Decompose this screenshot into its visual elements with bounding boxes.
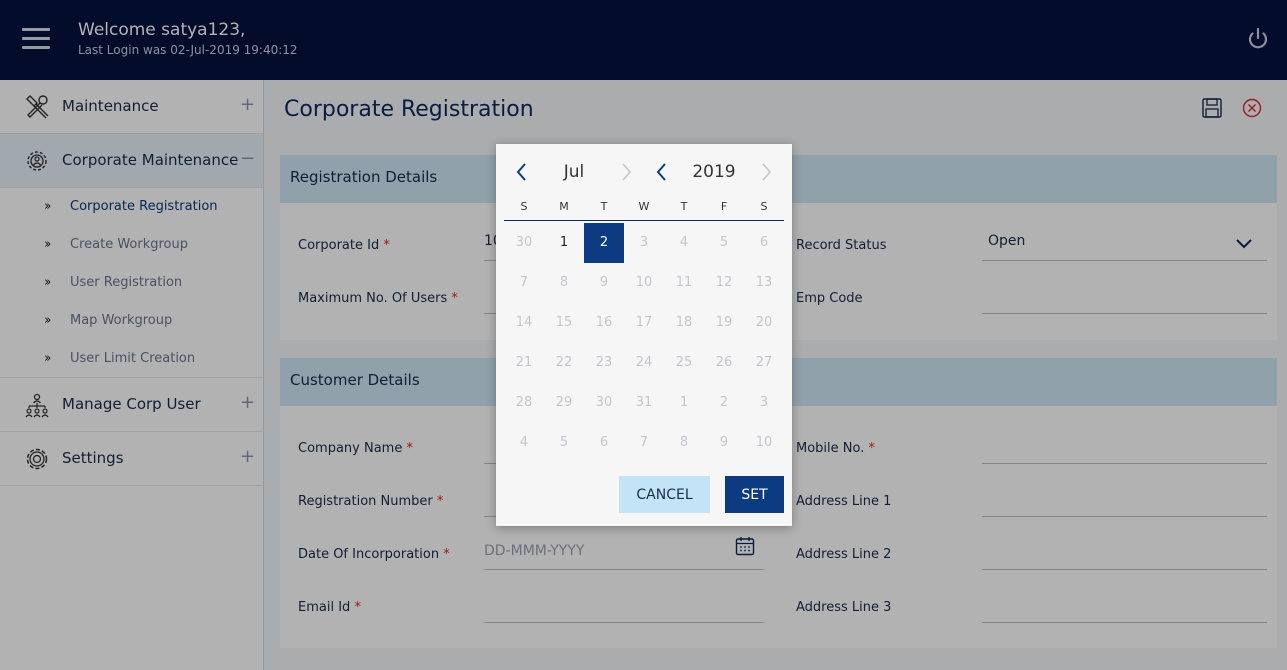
calendar-day[interactable]: 1 [664, 383, 704, 423]
calendar-day[interactable]: 2 [704, 383, 744, 423]
weekday-label: W [638, 200, 650, 213]
calendar-day[interactable]: 30 [584, 383, 624, 423]
date-picker-dialog: Jul 2019 S M T W T F S 30 1 2 3 4 5 6 7 8 9 10 11 12… [496, 144, 792, 526]
calendar-day[interactable]: 5 [544, 423, 584, 463]
calendar-day[interactable]: 17 [624, 303, 664, 343]
calendar-day[interactable]: 8 [544, 263, 584, 303]
calendar-day[interactable]: 25 [664, 343, 704, 383]
calendar-day[interactable]: 1 [544, 223, 584, 263]
calendar-day[interactable]: 11 [664, 263, 704, 303]
month-label: Jul [563, 162, 585, 182]
weekday-label: S [760, 200, 768, 213]
weekday-label: M [559, 200, 569, 213]
calendar-day[interactable]: 8 [664, 423, 704, 463]
calendar-day[interactable]: 9 [704, 423, 744, 463]
calendar-day[interactable]: 20 [744, 303, 784, 343]
weekday-label: F [720, 200, 728, 213]
calendar-day[interactable]: 13 [744, 263, 784, 303]
calendar-day[interactable]: 18 [664, 303, 704, 343]
calendar-day[interactable]: 24 [624, 343, 664, 383]
weekday-label: T [600, 200, 608, 213]
calendar-day[interactable]: 6 [584, 423, 624, 463]
calendar-day[interactable]: 9 [584, 263, 624, 303]
calendar-day[interactable]: 19 [704, 303, 744, 343]
calendar-day[interactable]: 30 [504, 223, 544, 263]
calendar-day[interactable]: 12 [704, 263, 744, 303]
calendar-day[interactable]: 31 [624, 383, 664, 423]
calendar-day[interactable]: 10 [744, 423, 784, 463]
weekday-label: S [520, 200, 528, 213]
calendar-day[interactable]: 2 [584, 223, 624, 263]
calendar-day[interactable]: 7 [624, 423, 664, 463]
weekday-divider [504, 220, 784, 221]
calendar-day[interactable]: 26 [704, 343, 744, 383]
calendar-day[interactable]: 3 [624, 223, 664, 263]
prev-year-chevron-icon[interactable] [652, 160, 672, 184]
calendar-day[interactable]: 3 [744, 383, 784, 423]
calendar-day[interactable]: 28 [504, 383, 544, 423]
calendar-day[interactable]: 4 [664, 223, 704, 263]
calendar-day[interactable]: 14 [504, 303, 544, 343]
year-label: 2019 [692, 162, 736, 182]
calendar-day[interactable]: 15 [544, 303, 584, 343]
calendar-day[interactable]: 21 [504, 343, 544, 383]
calendar-day[interactable]: 22 [544, 343, 584, 383]
calendar-day[interactable]: 10 [624, 263, 664, 303]
set-button[interactable]: SET [725, 476, 784, 513]
calendar-day[interactable]: 23 [584, 343, 624, 383]
prev-month-chevron-icon[interactable] [512, 160, 532, 184]
calendar-day[interactable]: 27 [744, 343, 784, 383]
next-year-chevron-icon[interactable] [756, 160, 776, 184]
calendar-day[interactable]: 29 [544, 383, 584, 423]
next-month-chevron-icon[interactable] [616, 160, 636, 184]
calendar-day[interactable]: 5 [704, 223, 744, 263]
cancel-button[interactable]: CANCEL [619, 476, 710, 513]
calendar-day[interactable]: 16 [584, 303, 624, 343]
calendar-day[interactable]: 6 [744, 223, 784, 263]
calendar-day[interactable]: 4 [504, 423, 544, 463]
calendar-day[interactable]: 7 [504, 263, 544, 303]
weekday-label: T [680, 200, 688, 213]
